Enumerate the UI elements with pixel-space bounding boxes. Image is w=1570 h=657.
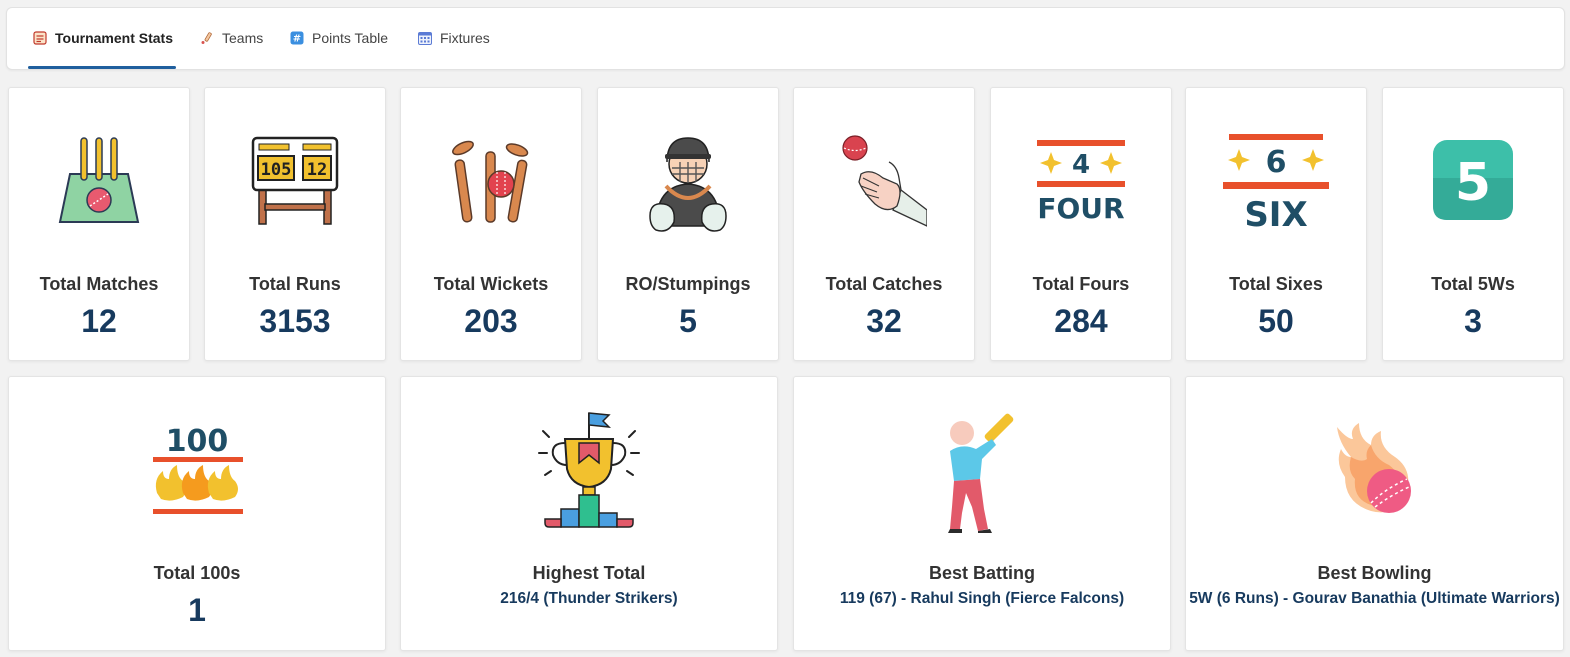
stat-card-total-wickets: Total Wickets 203	[400, 87, 582, 361]
stat-card-total-catches: Total Catches 32	[793, 87, 975, 361]
bat-icon	[201, 32, 212, 44]
svg-text:#: #	[293, 34, 301, 45]
stat-label: Total Wickets	[433, 274, 549, 294]
score-left-text: 105	[261, 160, 292, 180]
highlight-label: Highest Total	[532, 563, 646, 583]
highlight-detail: 5W (6 Runs) - Gourav Banathia (Ultimate …	[1189, 590, 1560, 607]
stat-value: 32	[866, 303, 902, 339]
highlight-card-best-bowling: Best Bowling 5W (6 Runs) - Gourav Banath…	[1185, 376, 1564, 651]
broken-wicket-icon	[452, 140, 529, 223]
stat-card-total-runs: 105 12 Total Runs 3153	[204, 87, 386, 361]
six-digit-text: 6	[1266, 145, 1287, 180]
tab-label: Fixtures	[440, 30, 490, 46]
stat-label: Total Runs	[249, 274, 341, 294]
highlight-label: Best Bowling	[1317, 563, 1432, 583]
stat-card-total-sixes: 6 SIX Total Sixes 50	[1185, 87, 1367, 361]
four-word-text: FOUR	[1037, 192, 1124, 222]
stat-label: Total Fours	[1032, 274, 1130, 294]
catch-icon	[842, 135, 927, 227]
stat-card-total-5ws: 5 Total 5Ws 3	[1382, 87, 1564, 361]
tab-fixtures[interactable]: Fixtures	[418, 8, 490, 68]
fire-ball-icon	[1336, 423, 1411, 513]
six-icon: 6 SIX	[1223, 134, 1329, 230]
stat-value: 3	[1464, 303, 1482, 339]
five-text: 5	[1455, 153, 1491, 213]
highlight-detail: 119 (67) - Rahul Singh (Fierce Falcons)	[839, 590, 1125, 607]
trophy-podium-icon	[538, 412, 640, 528]
stat-value: 3153	[259, 303, 331, 339]
stat-value: 284	[1054, 303, 1108, 339]
tab-label: Tournament Stats	[55, 30, 173, 46]
four-digit-text: 4	[1072, 150, 1090, 180]
stat-card-total-fours: 4 FOUR Total Fours 284	[990, 87, 1172, 361]
five-wickets-icon: 5	[1433, 140, 1513, 220]
highlight-card-best-batting: Best Batting 119 (67) - Rahul Singh (Fie…	[793, 376, 1171, 651]
stat-value: 203	[464, 303, 518, 339]
stat-label: Total Matches	[39, 274, 159, 294]
stat-card-total-matches: Total Matches 12	[8, 87, 190, 361]
highlight-card-total-100s: 100 Total 100s 1	[8, 376, 386, 651]
six-word-text: SIX	[1244, 195, 1307, 230]
stat-label: Total 5Ws	[1431, 274, 1515, 294]
hash-icon: #	[290, 31, 304, 45]
stat-label: RO/Stumpings	[625, 274, 751, 294]
tab-points-table[interactable]: # Points Table	[290, 8, 388, 68]
score-right-text: 12	[307, 160, 327, 180]
scoreboard-icon: 105 12	[251, 136, 339, 225]
tab-teams[interactable]: Teams	[200, 8, 263, 68]
highlight-label: Total 100s	[153, 563, 241, 583]
highlight-card-highest-total: Highest Total 216/4 (Thunder Strikers)	[400, 376, 778, 651]
stat-value: 50	[1258, 303, 1294, 339]
stat-value: 12	[81, 303, 117, 339]
scoreboard-icon	[33, 31, 47, 45]
tab-bar: Tournament Stats Teams # Points Table Fi…	[6, 7, 1565, 70]
tab-label: Points Table	[312, 30, 389, 46]
calendar-icon	[418, 32, 432, 45]
stat-label: Total Catches	[825, 274, 943, 294]
pitch-stumps-icon	[58, 137, 140, 223]
stat-value: 5	[679, 303, 697, 339]
highlight-label: Best Batting	[928, 563, 1035, 583]
highlight-detail: 216/4 (Thunder Strikers)	[500, 590, 678, 607]
wicketkeeper-icon	[649, 137, 727, 232]
century-icon: 100	[153, 424, 243, 514]
four-icon: 4 FOUR	[1037, 140, 1125, 222]
stat-label: Total Sixes	[1229, 274, 1323, 294]
tab-label: Teams	[222, 30, 264, 46]
hundred-text: 100	[166, 424, 229, 459]
tab-tournament-stats[interactable]: Tournament Stats	[28, 8, 176, 69]
highlight-value: 1	[188, 592, 206, 628]
batsman-icon	[948, 413, 1014, 533]
stat-card-ro-stumpings: RO/Stumpings 5	[597, 87, 779, 361]
